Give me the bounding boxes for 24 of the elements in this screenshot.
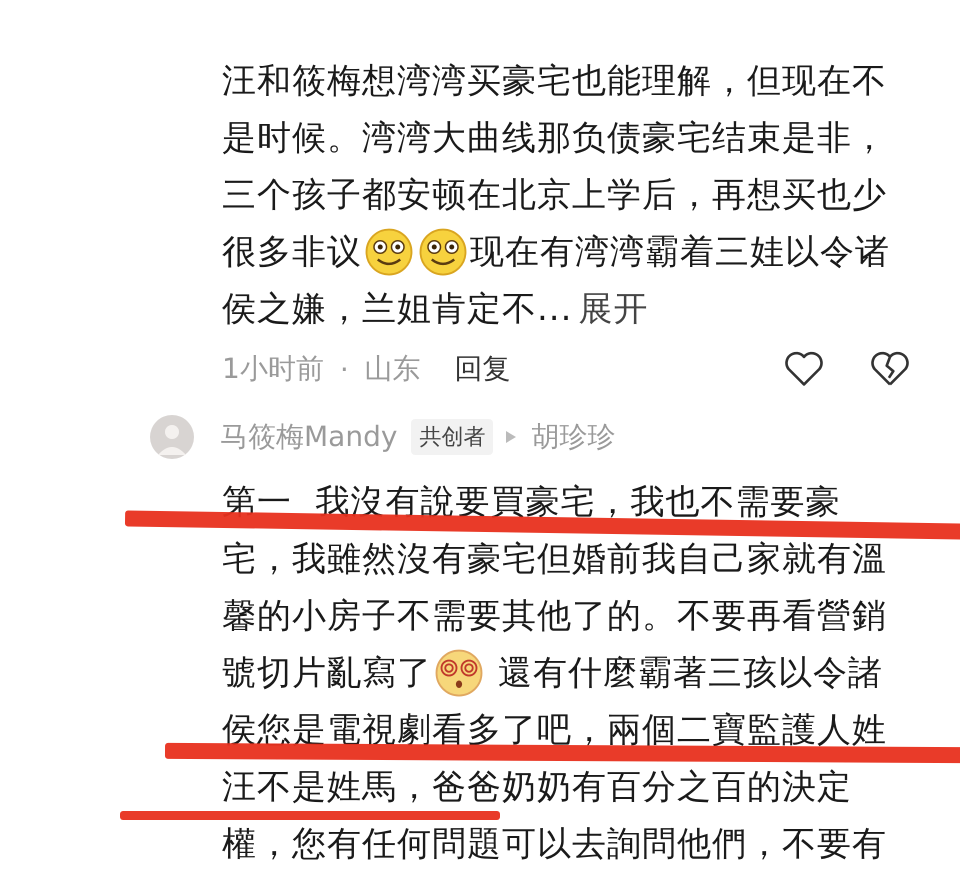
reply-text: 號切片亂寫了 (222, 652, 432, 694)
comment-text: 汪和筱梅想湾湾买豪宅也能理解，但现在不 (222, 60, 887, 102)
comment-text: 是时候。湾湾大曲线那负债豪宅结束是非， (222, 116, 887, 160)
separator-dot: · (340, 352, 349, 386)
smile-emoji-icon (418, 226, 468, 276)
reply-text: 宅，我雖然沒有豪宅但婚前我自己家就有溫 (222, 538, 887, 580)
reply-text: 權，您有任何問題可以去詢問他們，不要有 (222, 822, 887, 866)
reply-text: 第一 我沒有說要買豪宅，我也不需要豪 (222, 480, 841, 524)
reply-text: 侯您是電視劇看多了吧，兩個二寶監護人姓 (222, 708, 887, 752)
comment-text: 三个孩子都安顿在北京上学后，再想买也少 (222, 174, 887, 216)
comment-time: 1小时前 (222, 351, 324, 387)
reply-link[interactable]: 回复 (454, 350, 511, 388)
expand-link[interactable]: 展开 (578, 286, 648, 332)
co-creator-badge: 共创者 (411, 419, 494, 455)
comment-location: 山东 (364, 351, 421, 387)
comment-text: 侯之嫌，兰姐肯定不... (222, 288, 572, 330)
smile-emoji-icon (364, 226, 414, 276)
reply-arrow-icon (505, 430, 518, 444)
reply-text: 汪不是姓馬，爸爸奶奶有百分之百的決定 (222, 766, 852, 808)
reply-text: 還有什麼霸著三孩以令諸 (496, 652, 883, 694)
comment-text: 现在有湾湾霸着三娃以令诸 (470, 230, 890, 274)
comment-text: 很多非议 (222, 230, 362, 274)
dizzy-emoji-icon (434, 648, 484, 698)
reply-text: 馨的小房子不需要其他了的。不要再看營銷 (222, 594, 887, 638)
